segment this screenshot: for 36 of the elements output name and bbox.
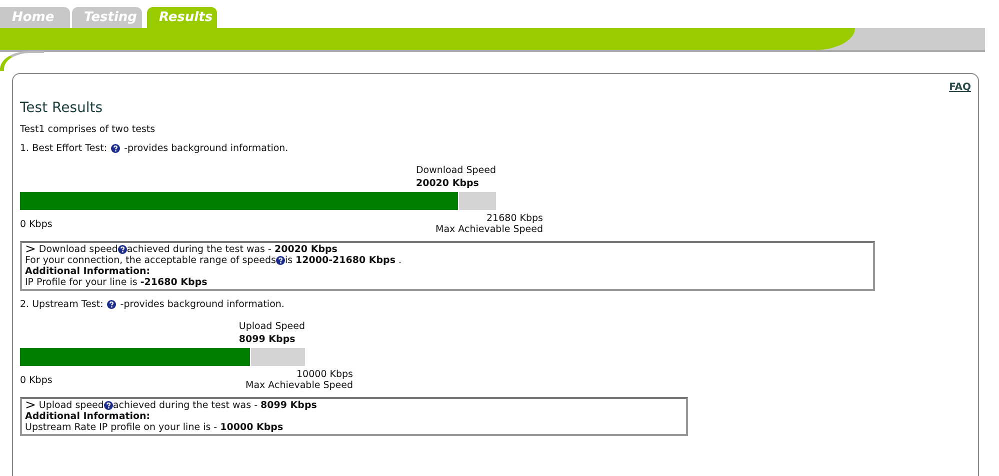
header-curve (0, 51, 44, 71)
max-label: 10000 Kbps (296, 369, 353, 380)
help-icon[interactable] (276, 256, 285, 265)
speed-value: 8099 Kbps (238, 333, 296, 346)
info-heading: Additional Information: (25, 411, 150, 422)
test-description: -provides background information. (124, 143, 288, 154)
help-icon[interactable] (107, 300, 116, 309)
min-label: 0 Kbps (20, 374, 52, 386)
info-text: Download speed (38, 244, 118, 255)
max-label: 21680 Kbps (486, 213, 543, 224)
speed-label: Upload Speed (238, 320, 305, 333)
faq-link[interactable]: FAQ (949, 82, 971, 96)
info-heading: Additional Information: (25, 266, 150, 277)
page-title: Test Results (20, 100, 104, 116)
intro-text: Test1 comprises of two tests (20, 124, 156, 135)
info-text: achieved during the test was - 8099 Kbps (112, 400, 317, 411)
max-caption: Max Achievable Speed (436, 224, 543, 235)
help-icon[interactable] (118, 245, 127, 254)
info-text: For your connection, the acceptable range of speeds (25, 255, 276, 266)
speed-value: 20020 Kbps (416, 177, 480, 190)
test-heading: 1. Best Effort Test: (20, 143, 108, 154)
info-text: IP Profile for your line is -21680 Kbps (25, 277, 208, 288)
test-heading: 2. Upstream Test: (20, 299, 104, 310)
test-description: -provides background information. (120, 299, 284, 310)
info-text: is 12000-21680 Kbps . (284, 255, 402, 266)
max-caption: Max Achievable Speed (246, 380, 353, 391)
nav-tab[interactable]: Results (147, 7, 217, 28)
speed-label: Download Speed (416, 164, 496, 177)
help-icon[interactable] (111, 144, 120, 153)
help-icon[interactable] (104, 401, 113, 410)
arrow-glyph: > (25, 400, 36, 411)
info-text: Upstream Rate IP profile on your line is - 10000 Kbps (25, 422, 284, 433)
arrow-glyph: > (25, 244, 36, 255)
info-text: achieved during the test was - 20020 Kbps (126, 244, 338, 255)
min-label: 0 Kbps (20, 218, 52, 230)
info-text: Upload speed (38, 400, 104, 411)
